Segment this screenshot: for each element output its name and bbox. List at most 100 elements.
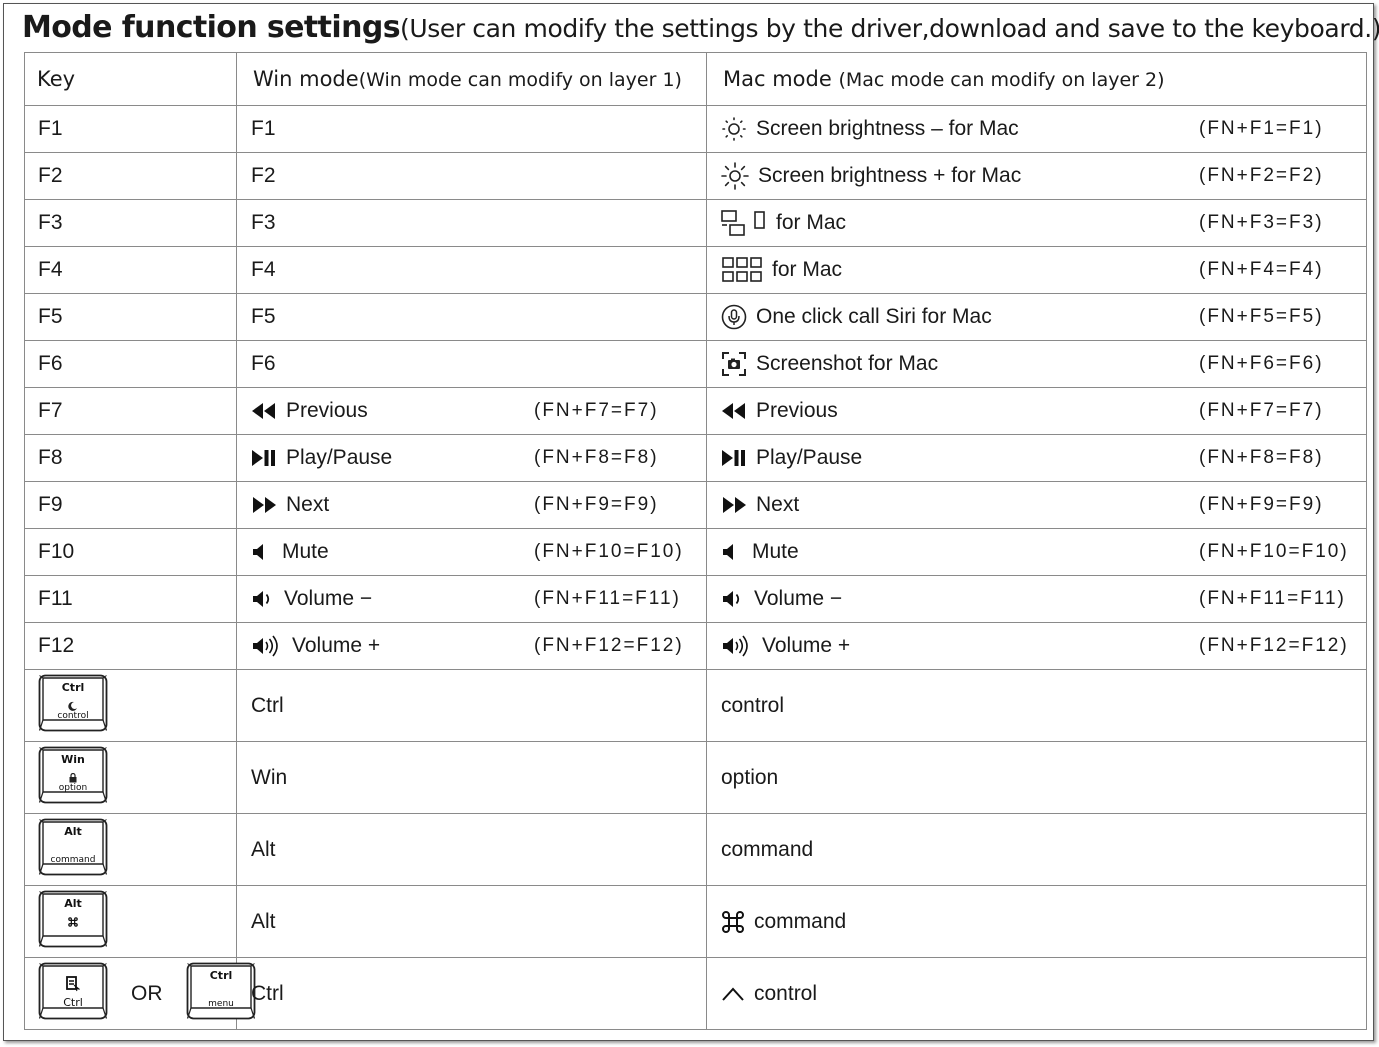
key-cell: F7 bbox=[24, 387, 237, 435]
win-mode-cell: Alt bbox=[236, 885, 707, 958]
win-mode-cell: Previous (FN+F7=F7) bbox=[236, 387, 707, 435]
key-label: F2 bbox=[38, 164, 63, 187]
page-heading: Mode function settings(User can modify t… bbox=[22, 10, 1379, 45]
win-mode-title: Win mode bbox=[253, 67, 359, 91]
function-key-row: F10 Mute (FN+F10=F10) Mute (FN+F10=F10) bbox=[24, 528, 1367, 576]
mac-key-label: control bbox=[754, 981, 818, 1005]
keycap-illustration: Win option bbox=[38, 746, 108, 810]
win-key-label: Win bbox=[251, 765, 288, 789]
mac-mode-cell: Previous (FN+F7=F7) bbox=[706, 387, 1367, 435]
win-shortcut-combo: (FN+F12=F12) bbox=[534, 635, 684, 656]
previous-icon bbox=[251, 402, 277, 420]
win-mode-cell: F3 bbox=[236, 199, 707, 247]
mac-shortcut-combo: (FN+F3=F3) bbox=[1199, 212, 1324, 233]
mac-mode-cell: command bbox=[706, 885, 1367, 958]
mode-settings-table: Key Win mode(Win mode can modify on laye… bbox=[24, 52, 1367, 1030]
mac-mode-cell: One click call Siri for Mac (FN+F5=F5) bbox=[706, 293, 1367, 341]
keycap-cell: Alt bbox=[24, 885, 237, 958]
modifier-key-row: Ctrl control Ctrl control bbox=[24, 669, 1367, 742]
key-label: F1 bbox=[38, 117, 63, 140]
mac-function-label: Previous bbox=[756, 399, 838, 422]
key-cell: F3 bbox=[24, 199, 237, 247]
mac-function-label: for Mac bbox=[772, 258, 843, 281]
brightness-up-icon bbox=[721, 162, 749, 190]
mac-shortcut-combo: (FN+F10=F10) bbox=[1199, 541, 1349, 562]
key-cell: F6 bbox=[24, 340, 237, 388]
column-header-mac: Mac mode (Mac mode can modify on layer 2… bbox=[706, 52, 1367, 106]
win-mode-cell: F4 bbox=[236, 246, 707, 294]
keycap-illustration: Alt command bbox=[38, 818, 108, 882]
win-function-label: F5 bbox=[251, 305, 276, 328]
mac-shortcut-combo: (FN+F2=F2) bbox=[1199, 165, 1324, 186]
win-mode-cell: Play/Pause (FN+F8=F8) bbox=[236, 434, 707, 482]
win-key-label: Ctrl bbox=[251, 981, 284, 1005]
keycap-bottom-label: control bbox=[57, 711, 88, 721]
keycap-illustration: Ctrl bbox=[38, 962, 108, 1026]
mac-shortcut-combo: (FN+F4=F4) bbox=[1199, 259, 1324, 280]
table-body: F1 F1 Screen brightness – for Mac (FN+F1=F1… bbox=[24, 105, 1367, 1030]
win-mode-cell: Alt bbox=[236, 813, 707, 886]
key-label: F4 bbox=[38, 258, 63, 281]
key-label: F8 bbox=[38, 446, 63, 469]
function-key-row: F5 F5 One click call Siri for Mac (FN+F5=F5… bbox=[24, 293, 1367, 341]
function-key-row: F7 Previous (FN+F7=F7) Previous (FN+F7=F7) bbox=[24, 387, 1367, 435]
brightness-down-icon bbox=[721, 116, 747, 142]
mac-mode-title: Mac mode bbox=[723, 67, 832, 91]
key-cell: F2 bbox=[24, 152, 237, 200]
mac-mode-cell: command bbox=[706, 813, 1367, 886]
next-icon bbox=[721, 496, 747, 514]
mac-function-label: Mute bbox=[752, 540, 799, 563]
key-cell: F12 bbox=[24, 622, 237, 670]
win-key-label: Alt bbox=[251, 909, 276, 933]
key-label: F9 bbox=[38, 493, 63, 516]
mac-shortcut-combo: (FN+F5=F5) bbox=[1199, 306, 1324, 327]
previous-icon bbox=[721, 402, 747, 420]
function-key-row: F6 F6 Screenshot for Mac (FN+F6=F6) bbox=[24, 340, 1367, 388]
win-mode-cell: Win bbox=[236, 741, 707, 814]
mac-mode-cell: option bbox=[706, 741, 1367, 814]
key-label: F10 bbox=[38, 540, 75, 563]
mac-shortcut-combo: (FN+F7=F7) bbox=[1199, 400, 1324, 421]
mac-mode-cell: Play/Pause (FN+F8=F8) bbox=[706, 434, 1367, 482]
mac-function-label: Play/Pause bbox=[756, 446, 863, 469]
screenshot-icon bbox=[721, 351, 747, 377]
function-key-row: F4 F4 for Mac (FN+F4=F4) bbox=[24, 246, 1367, 294]
key-cell: F11 bbox=[24, 575, 237, 623]
win-mode-cell: Volume + (FN+F12=F12) bbox=[236, 622, 707, 670]
mac-shortcut-combo: (FN+F9=F9) bbox=[1199, 494, 1324, 515]
win-shortcut-combo: (FN+F10=F10) bbox=[534, 541, 684, 562]
win-function-label: F3 bbox=[251, 211, 276, 234]
mac-mode-cell: Screen brightness + for Mac (FN+F2=F2) bbox=[706, 152, 1367, 200]
keycap-cell: Ctrl control bbox=[24, 669, 237, 742]
mac-key-label: command bbox=[754, 909, 847, 933]
win-key-label: Alt bbox=[251, 837, 276, 861]
key-label: F11 bbox=[38, 587, 73, 610]
mac-mode-cell: Volume + (FN+F12=F12) bbox=[706, 622, 1367, 670]
function-key-row: F1 F1 Screen brightness – for Mac (FN+F1=F1… bbox=[24, 105, 1367, 153]
page-title: Mode function settings bbox=[22, 10, 401, 45]
win-mode-cell: F5 bbox=[236, 293, 707, 341]
win-mode-cell: Next (FN+F9=F9) bbox=[236, 481, 707, 529]
modifier-key-row: Alt command Alt command bbox=[24, 813, 1367, 886]
play-pause-icon bbox=[251, 449, 277, 467]
win-mode-cell: Mute (FN+F10=F10) bbox=[236, 528, 707, 576]
win-mode-cell: Volume − (FN+F11=F11) bbox=[236, 575, 707, 623]
function-key-row: F9 Next (FN+F9=F9) Next (FN+F9=F9) bbox=[24, 481, 1367, 529]
win-function-label: Volume + bbox=[292, 634, 381, 657]
mute-icon bbox=[721, 542, 743, 562]
keycap-top-label: Alt bbox=[64, 897, 82, 910]
mac-function-label: One click call Siri for Mac bbox=[756, 305, 992, 328]
table-header-row: Key Win mode(Win mode can modify on laye… bbox=[24, 52, 1367, 106]
or-separator: OR bbox=[131, 981, 163, 1005]
modifier-key-row: Ctrl OR Ctrl menu Ctrl control bbox=[24, 957, 1367, 1030]
mac-key-label: option bbox=[721, 765, 779, 789]
win-shortcut-combo: (FN+F8=F8) bbox=[534, 447, 659, 468]
mac-function-label: Volume + bbox=[762, 634, 851, 657]
volume-up-icon bbox=[251, 634, 283, 658]
keycap-top-label: Win bbox=[61, 753, 85, 766]
win-function-label: F2 bbox=[251, 164, 276, 187]
caret-control-icon bbox=[721, 986, 745, 1002]
launchpad-icon bbox=[721, 256, 763, 284]
play-pause-icon bbox=[721, 449, 747, 467]
siri-microphone-icon bbox=[721, 304, 747, 330]
